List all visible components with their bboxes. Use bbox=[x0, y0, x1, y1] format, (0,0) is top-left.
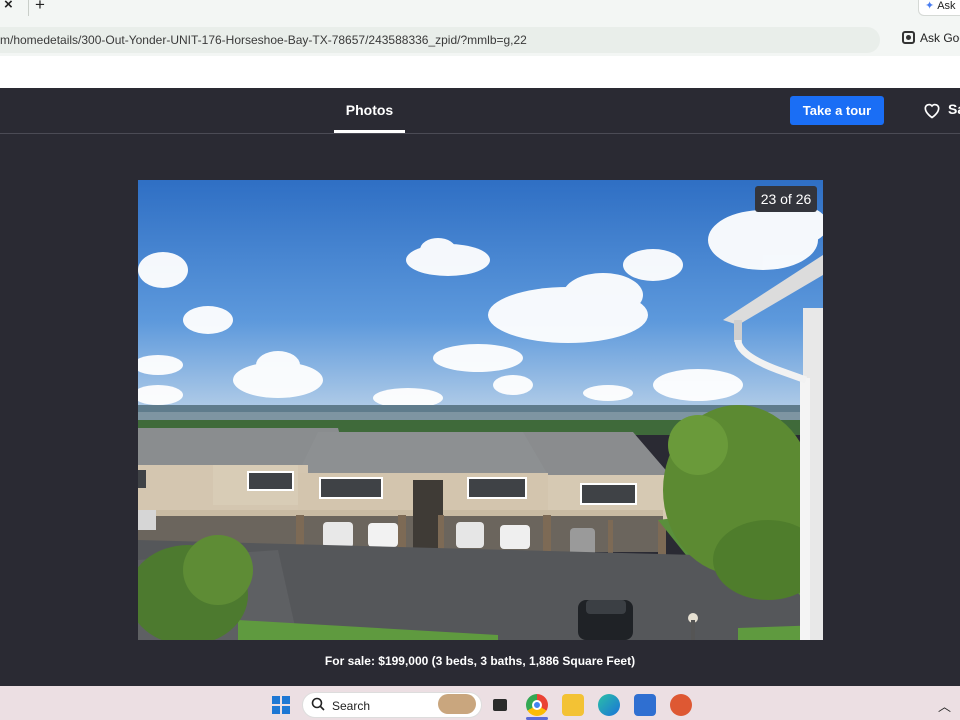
page-top-strip bbox=[0, 56, 960, 88]
gemini-icon: ✦ bbox=[925, 0, 935, 12]
duckduckgo-icon[interactable] bbox=[670, 694, 692, 716]
tab-close-icon[interactable]: × bbox=[4, 0, 22, 16]
property-photo[interactable] bbox=[138, 180, 823, 640]
tray-chevron-up-icon[interactable]: ︿ bbox=[938, 696, 951, 715]
search-icon bbox=[311, 697, 325, 711]
store-icon[interactable] bbox=[634, 694, 656, 716]
save-label[interactable]: Sa bbox=[948, 101, 960, 117]
photo-caption: For sale: $199,000 (3 beds, 3 baths, 1,8… bbox=[324, 654, 636, 668]
taskbar-search-text: Search bbox=[332, 699, 371, 713]
google-lens-icon bbox=[902, 31, 915, 44]
photo-counter: 23 of 26 bbox=[755, 186, 817, 212]
ask-google-label: Ask Goo bbox=[920, 31, 960, 45]
tab-divider bbox=[28, 0, 29, 16]
task-view-icon[interactable] bbox=[490, 694, 512, 716]
ask-gemini-button[interactable]: ✦ Ask bbox=[918, 0, 960, 16]
tab-photos[interactable]: Photos bbox=[334, 88, 405, 133]
start-icon[interactable] bbox=[272, 696, 290, 714]
browser-tab-strip bbox=[0, 0, 960, 22]
take-a-tour-button[interactable]: Take a tour bbox=[790, 96, 884, 125]
ask-gemini-label: Ask bbox=[937, 0, 956, 12]
file-explorer-icon[interactable] bbox=[562, 694, 584, 716]
active-tab-indicator bbox=[334, 130, 405, 133]
search-highlight-icon bbox=[438, 694, 476, 714]
edge-icon[interactable] bbox=[598, 694, 620, 716]
url-text[interactable]: m/homedetails/300-Out-Yonder-UNIT-176-Ho… bbox=[0, 33, 527, 47]
chrome-icon[interactable] bbox=[526, 694, 548, 716]
heart-icon[interactable] bbox=[922, 100, 942, 120]
ask-google-button[interactable]: Ask Goo bbox=[902, 31, 960, 49]
new-tab-button[interactable]: + bbox=[35, 0, 51, 15]
property-photo-image bbox=[138, 180, 823, 640]
